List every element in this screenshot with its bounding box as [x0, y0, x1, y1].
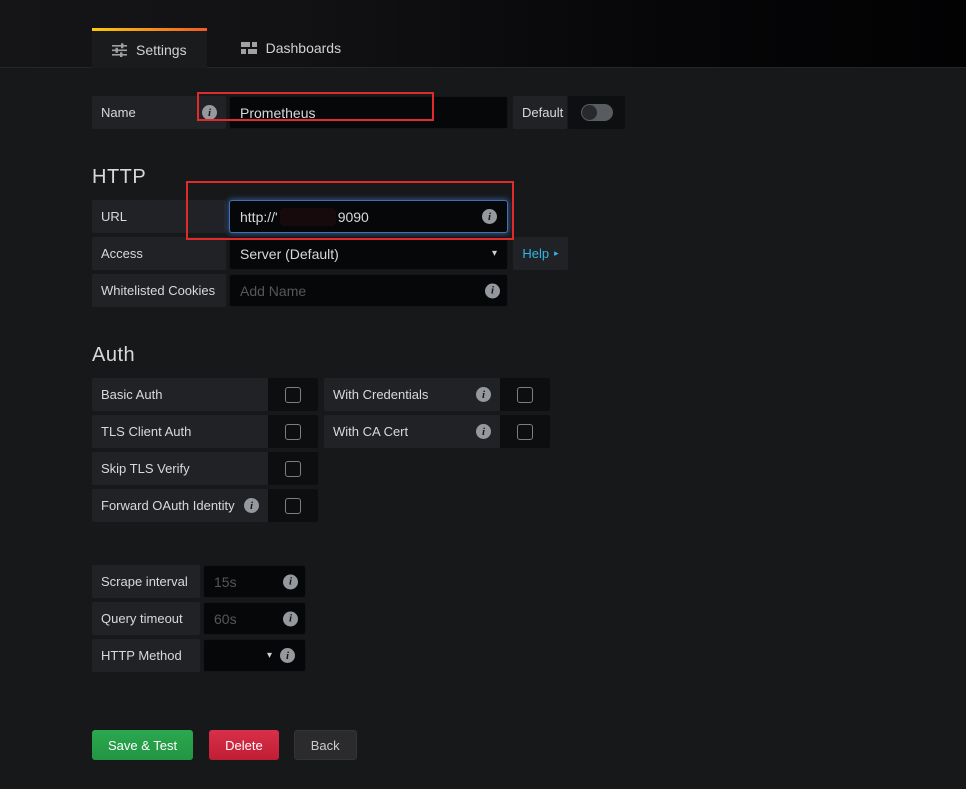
with-credentials-label: With Credentials i: [324, 378, 500, 411]
checkbox-cell: [268, 378, 318, 411]
url-row: URL http://' 9090 i: [92, 200, 966, 233]
default-toggle[interactable]: [581, 104, 613, 121]
info-icon[interactable]: i: [476, 424, 491, 439]
skip-tls-verify-label: Skip TLS Verify: [92, 452, 268, 485]
auth-row-basic-auth: Basic Auth: [92, 378, 318, 411]
tab-settings-label: Settings: [136, 42, 187, 58]
url-redacted-value: [280, 208, 336, 226]
url-value-prefix: http://': [240, 209, 278, 225]
cookies-row: Whitelisted Cookies i: [92, 274, 966, 307]
tab-bar: Settings Dashboards: [92, 28, 361, 68]
access-selected-value: Server (Default): [240, 246, 339, 262]
with-ca-cert-checkbox[interactable]: [517, 424, 533, 440]
url-input[interactable]: http://' 9090 i: [229, 200, 508, 233]
scrape-interval-label: Scrape interval: [92, 565, 200, 598]
help-button-label: Help: [522, 246, 549, 261]
http-method-label: HTTP Method: [92, 639, 200, 672]
with-credentials-checkbox[interactable]: [517, 387, 533, 403]
scrape-interval-label-text: Scrape interval: [101, 574, 188, 589]
query-timeout-label: Query timeout: [92, 602, 200, 635]
save-and-test-button[interactable]: Save & Test: [92, 730, 193, 760]
auth-heading: Auth: [92, 344, 966, 367]
settings-form: Name i Default HTTP URL http://' 9090: [92, 68, 966, 760]
info-icon[interactable]: i: [202, 105, 217, 120]
access-label: Access: [92, 237, 226, 270]
dashboards-icon: [241, 41, 257, 55]
with-ca-cert-label: With CA Cert i: [324, 415, 500, 448]
back-button[interactable]: Back: [294, 730, 357, 760]
forward-oauth-label: Forward OAuth Identity i: [92, 489, 268, 522]
default-label-text: Default: [522, 105, 563, 120]
auth-row-forward-oauth: Forward OAuth Identity i: [92, 489, 318, 522]
auth-row-tls-client-auth: TLS Client Auth: [92, 415, 318, 448]
url-label: URL: [92, 200, 226, 233]
info-icon[interactable]: i: [482, 209, 497, 224]
url-label-text: URL: [101, 209, 127, 224]
cookies-label: Whitelisted Cookies: [92, 274, 226, 307]
auth-row-skip-tls-verify: Skip TLS Verify: [92, 452, 318, 485]
with-credentials-label-text: With Credentials: [333, 387, 428, 402]
http-method-row: HTTP Method ▾ i: [92, 639, 966, 672]
auth-row-with-ca-cert: With CA Cert i: [324, 415, 550, 448]
chevron-down-icon: ▾: [267, 651, 272, 661]
tls-client-auth-label: TLS Client Auth: [92, 415, 268, 448]
default-label: Default: [513, 96, 567, 129]
forward-oauth-checkbox[interactable]: [285, 498, 301, 514]
checkbox-cell: [500, 415, 550, 448]
auth-col-right: With Credentials i With CA Cert i: [324, 378, 550, 526]
access-row: Access Server (Default) ▾ Help ▸: [92, 237, 966, 270]
info-icon[interactable]: i: [485, 283, 500, 298]
tab-dashboards[interactable]: Dashboards: [221, 28, 362, 68]
info-icon[interactable]: i: [244, 498, 259, 513]
http-method-select[interactable]: ▾ i: [203, 639, 306, 672]
skip-tls-verify-checkbox[interactable]: [285, 461, 301, 477]
cookies-label-text: Whitelisted Cookies: [101, 283, 215, 298]
query-timeout-row: Query timeout i: [92, 602, 966, 635]
tls-client-auth-checkbox[interactable]: [285, 424, 301, 440]
checkbox-cell: [268, 489, 318, 522]
basic-auth-checkbox[interactable]: [285, 387, 301, 403]
action-buttons: Save & Test Delete Back: [92, 730, 966, 760]
name-row: Name i Default: [92, 96, 966, 129]
info-icon[interactable]: i: [283, 574, 298, 589]
tab-dashboards-label: Dashboards: [266, 40, 342, 56]
auth-row-with-credentials: With Credentials i: [324, 378, 550, 411]
checkbox-cell: [268, 415, 318, 448]
scrape-interval-row: Scrape interval i: [92, 565, 966, 598]
info-icon[interactable]: i: [283, 611, 298, 626]
http-method-label-text: HTTP Method: [101, 648, 182, 663]
forward-oauth-label-text: Forward OAuth Identity: [101, 498, 235, 513]
help-button[interactable]: Help ▸: [513, 237, 568, 270]
chevron-right-icon: ▸: [554, 248, 559, 259]
auth-col-left: Basic Auth TLS Client Auth Skip TLS Veri…: [92, 378, 318, 526]
access-label-text: Access: [101, 246, 143, 261]
skip-tls-verify-label-text: Skip TLS Verify: [101, 461, 190, 476]
delete-button[interactable]: Delete: [209, 730, 279, 760]
tab-settings[interactable]: Settings: [92, 28, 207, 68]
sliders-icon: [112, 43, 127, 57]
info-icon[interactable]: i: [476, 387, 491, 402]
cookies-input[interactable]: [229, 274, 508, 307]
checkbox-cell: [268, 452, 318, 485]
query-timeout-label-text: Query timeout: [101, 611, 183, 626]
info-icon[interactable]: i: [280, 648, 295, 663]
name-label: Name i: [92, 96, 226, 129]
basic-auth-label-text: Basic Auth: [101, 387, 162, 402]
tls-client-auth-label-text: TLS Client Auth: [101, 424, 191, 439]
default-toggle-cell: [568, 96, 625, 129]
checkbox-cell: [500, 378, 550, 411]
name-input[interactable]: [229, 96, 508, 129]
name-label-text: Name: [101, 105, 136, 120]
access-select[interactable]: Server (Default) ▾: [229, 237, 508, 270]
chevron-down-icon: ▾: [492, 249, 497, 259]
http-heading: HTTP: [92, 166, 966, 189]
basic-auth-label: Basic Auth: [92, 378, 268, 411]
auth-options: Basic Auth TLS Client Auth Skip TLS Veri…: [92, 378, 966, 526]
toggle-knob: [582, 105, 597, 120]
with-ca-cert-label-text: With CA Cert: [333, 424, 408, 439]
url-value-suffix: 9090: [338, 209, 369, 225]
